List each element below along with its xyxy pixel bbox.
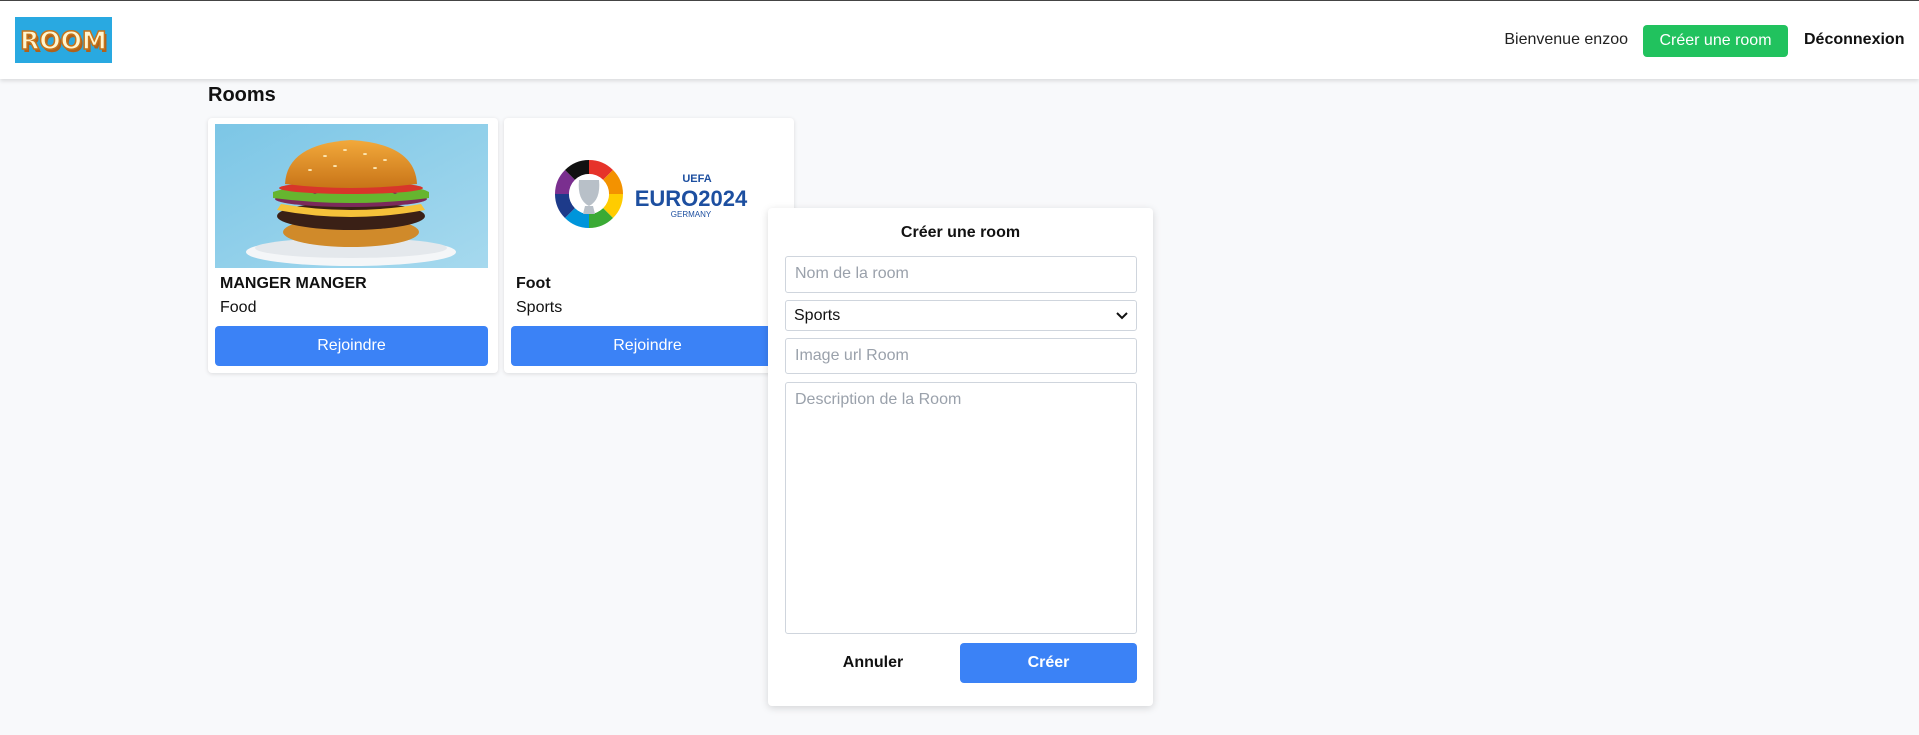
room-card: UEFA EURO2024 GERMANY Foot Sports Rejoin… [504,118,794,373]
room-name: Foot [516,275,551,292]
logout-link[interactable]: Déconnexion [1804,31,1904,49]
image-url-placeholder: Image url Room [795,347,909,364]
cancel-button[interactable]: Annuler [785,643,961,683]
join-room-button[interactable]: Rejoindre [511,326,784,366]
create-room-button[interactable]: Créer une room [1643,25,1788,57]
euro2024-text: EURO2024 [635,186,748,211]
room-category: Sports [516,299,563,316]
modal-title: Créer une room [900,224,1021,241]
create-room-modal: Créer une room Nom de la room Sports Ima… [768,208,1153,706]
euro-2024-logo: UEFA EURO2024 GERMANY [511,124,784,268]
logo-text: ROOM [19,25,107,56]
category-select[interactable]: Sports [785,300,1137,331]
room-name: MANGER MANGER [220,275,367,292]
welcome-text: Bienvenue enzoo [1504,31,1628,48]
room-name-placeholder: Nom de la room [795,265,909,282]
description-placeholder: Description de la Room [795,391,962,408]
top-navbar: ROOM Bienvenue enzoo Créer une room Déco… [0,0,1919,79]
page-title: Rooms [208,84,276,106]
create-button[interactable]: Créer [960,643,1137,683]
join-room-button[interactable]: Rejoindre [215,326,488,366]
category-selected-value: Sports [794,306,841,324]
germany-text: GERMANY [671,210,712,219]
room-card: MANGER MANGER Food Rejoindre [208,118,498,373]
room-category: Food [220,299,257,316]
room-name-input[interactable]: Nom de la room [785,256,1137,293]
uefa-text: UEFA [682,173,711,185]
chevron-down-icon [1116,309,1128,323]
description-textarea[interactable]: Description de la Room [785,382,1137,634]
burger-image [215,124,488,268]
room-logo[interactable]: ROOM [15,17,112,63]
image-url-input[interactable]: Image url Room [785,338,1137,374]
